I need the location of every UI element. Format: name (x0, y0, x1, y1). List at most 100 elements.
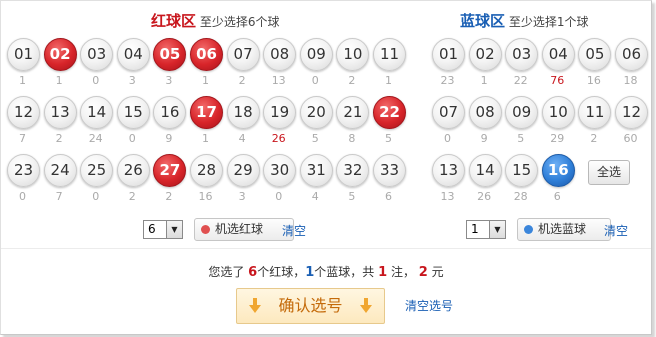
blue-ball-11[interactable]: 11 (578, 96, 612, 129)
blue-ball-15[interactable]: 15 (505, 154, 539, 187)
blue-ball-miss-count: 29 (550, 132, 565, 145)
arrow-down-icon (360, 298, 372, 313)
red-ball-miss-count: 0 (92, 74, 100, 87)
summary-text: 元 (427, 265, 444, 279)
blue-ball-16[interactable]: 16 (541, 154, 575, 187)
divider (1, 248, 651, 249)
red-ball-10[interactable]: 10 (336, 38, 370, 71)
red-ball-32[interactable]: 32 (336, 154, 370, 187)
clear-red-link[interactable]: 清空 (282, 222, 306, 239)
red-ball-09[interactable]: 09 (299, 38, 333, 71)
blue-count-summary: 1 (305, 265, 315, 280)
red-count-select[interactable]: 6 ▼ (143, 220, 183, 239)
red-ball-03[interactable]: 03 (80, 38, 114, 71)
red-ball-31[interactable]: 31 (299, 154, 333, 187)
red-ball-24[interactable]: 24 (43, 154, 77, 187)
red-ball-miss-count: 4 (311, 190, 319, 203)
blue-ball-miss-count: 16 (586, 74, 601, 87)
red-ball-25[interactable]: 25 (80, 154, 114, 187)
red-ball-01[interactable]: 01 (7, 38, 40, 71)
lottery-picker-panel: 红球区 至少选择6个球 蓝球区 至少选择1个球 01 1 02 1 03 0 04 3 05 3 0… (0, 0, 652, 335)
blue-ball-miss-count: 26 (477, 190, 492, 203)
red-ball-02[interactable]: 02 (43, 38, 77, 71)
red-zone-hint: 至少选择6个球 (199, 15, 280, 29)
red-ball-22[interactable]: 22 (373, 96, 406, 129)
red-ball-23[interactable]: 23 (7, 154, 40, 187)
red-ball-miss-count: 24 (88, 132, 103, 145)
blue-ball-miss-count: 2 (590, 132, 598, 145)
red-ball-08[interactable]: 08 (263, 38, 297, 71)
select-all-blue-button[interactable]: 全选 (588, 160, 630, 185)
summary-text: 个蓝球，共 (314, 265, 379, 279)
blue-ball-miss-count: 6 (553, 190, 561, 203)
arrow-down-icon (249, 298, 261, 313)
red-ball-07[interactable]: 07 (226, 38, 260, 71)
blue-ball-08[interactable]: 08 (468, 96, 502, 129)
red-ball-21[interactable]: 21 (336, 96, 370, 129)
blue-zone-title: 蓝球区 (460, 12, 506, 30)
red-zone-title: 红球区 (151, 12, 197, 30)
red-ball-miss-count: 16 (198, 190, 213, 203)
red-ball-miss-count: 1 (19, 74, 26, 87)
blue-ball-06[interactable]: 06 (615, 38, 648, 71)
random-red-button[interactable]: 机选红球 (194, 218, 294, 241)
red-ball-06[interactable]: 06 (190, 38, 223, 71)
blue-ball-09[interactable]: 09 (505, 96, 539, 129)
red-ball-miss-count: 26 (271, 132, 286, 145)
clear-all-link[interactable]: 清空选号 (405, 297, 453, 314)
random-blue-label: 机选蓝球 (538, 222, 587, 236)
summary-text: 您选了 (208, 265, 249, 279)
blue-dot-icon (524, 225, 533, 234)
red-ball-14[interactable]: 14 (80, 96, 114, 129)
red-ball-19[interactable]: 19 (263, 96, 297, 129)
blue-ball-14[interactable]: 14 (468, 154, 502, 187)
red-ball-29[interactable]: 29 (226, 154, 260, 187)
red-ball-28[interactable]: 28 (190, 154, 223, 187)
red-zone-header: 红球区 至少选择6个球 (151, 10, 279, 31)
red-ball-miss-count: 0 (128, 132, 136, 145)
blue-ball-04[interactable]: 04 (541, 38, 575, 71)
blue-zone-header: 蓝球区 至少选择1个球 (460, 10, 588, 31)
red-ball-miss-count: 1 (202, 132, 209, 145)
blue-ball-miss-count: 5 (517, 132, 525, 145)
red-ball-15[interactable]: 15 (116, 96, 150, 129)
blue-ball-12[interactable]: 12 (615, 96, 648, 129)
blue-ball-miss-count: 18 (623, 74, 638, 87)
blue-ball-03[interactable]: 03 (505, 38, 539, 71)
red-ball-27[interactable]: 27 (153, 154, 187, 187)
red-ball-miss-count: 0 (19, 190, 26, 203)
red-ball-12[interactable]: 12 (7, 96, 40, 129)
red-ball-miss-count: 2 (128, 190, 136, 203)
red-ball-miss-count: 9 (165, 132, 173, 145)
red-ball-13[interactable]: 13 (43, 96, 77, 129)
red-ball-miss-count: 0 (275, 190, 283, 203)
red-ball-11[interactable]: 11 (373, 38, 406, 71)
red-ball-26[interactable]: 26 (116, 154, 150, 187)
confirm-selection-button[interactable]: 确认选号 (236, 288, 385, 324)
red-ball-18[interactable]: 18 (226, 96, 260, 129)
blue-ball-miss-count: 1 (480, 74, 488, 87)
red-ball-17[interactable]: 17 (190, 96, 223, 129)
red-ball-04[interactable]: 04 (116, 38, 150, 71)
blue-ball-02[interactable]: 02 (468, 38, 502, 71)
red-ball-33[interactable]: 33 (373, 154, 406, 187)
red-ball-16[interactable]: 16 (153, 96, 187, 129)
red-ball-05[interactable]: 05 (153, 38, 187, 71)
blue-count-select[interactable]: 1 ▼ (466, 220, 506, 239)
blue-ball-13[interactable]: 13 (432, 154, 465, 187)
red-ball-miss-count: 0 (311, 74, 319, 87)
blue-ball-05[interactable]: 05 (578, 38, 612, 71)
blue-ball-10[interactable]: 10 (541, 96, 575, 129)
red-ball-miss-count: 2 (55, 132, 63, 145)
red-ball-20[interactable]: 20 (299, 96, 333, 129)
clear-blue-link[interactable]: 清空 (604, 222, 628, 239)
blue-ball-01[interactable]: 01 (432, 38, 465, 71)
red-ball-miss-count: 2 (348, 74, 356, 87)
random-blue-button[interactable]: 机选蓝球 (517, 218, 611, 241)
red-ball-miss-count: 5 (385, 132, 392, 145)
red-ball-30[interactable]: 30 (263, 154, 297, 187)
chevron-down-icon: ▼ (489, 221, 505, 238)
blue-ball-miss-count: 60 (623, 132, 638, 145)
blue-ball-07[interactable]: 07 (432, 96, 465, 129)
red-ball-miss-count: 1 (385, 74, 392, 87)
